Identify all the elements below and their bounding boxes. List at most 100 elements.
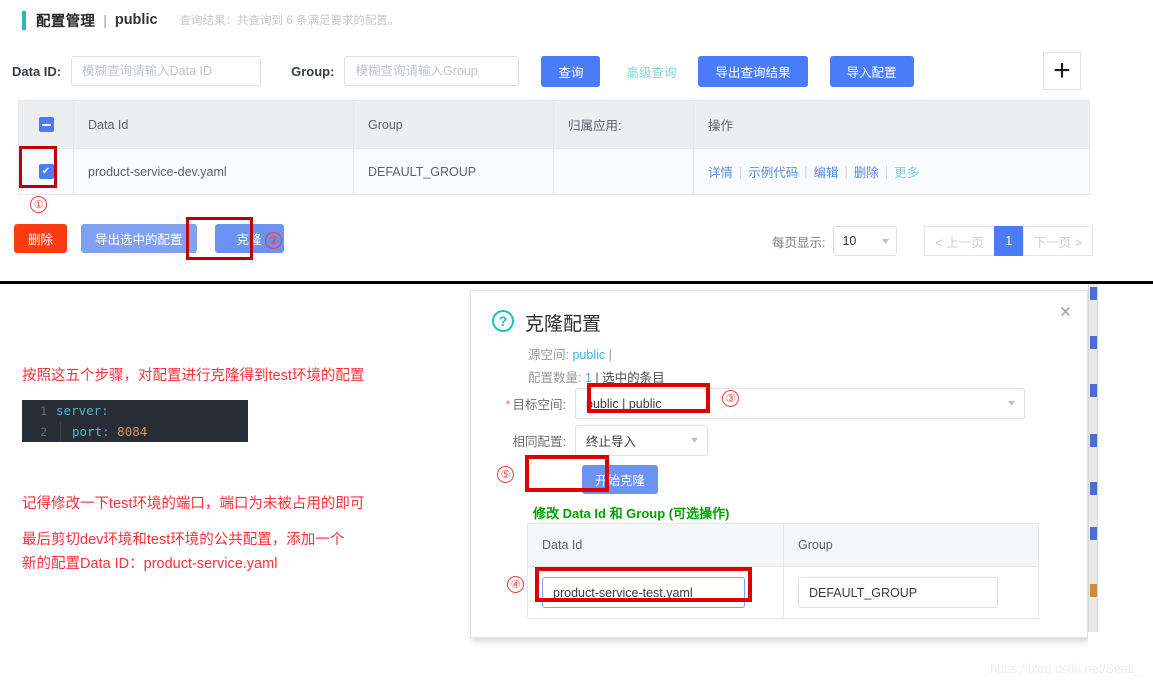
screenshot-root: 配置管理 | public 查询结果：共查询到 6 条满足要求的配置。 Data… [0,0,1153,684]
select-all-cell[interactable] [19,101,74,148]
code-line-2-key: port: [72,424,110,439]
config-list-section: 配置管理 | public 查询结果：共查询到 6 条满足要求的配置。 Data… [0,0,1153,284]
config-count-row: 配置数量: 1 | 选中的条目 [528,367,665,386]
same-config-row: 相同配置: 终止导入 ▾ [489,425,708,456]
watermark: https://blog.csdn.net/Seati_ [990,662,1141,676]
code-line-2: 2 port: 8084 [22,421,248,442]
clone-data-id-input[interactable]: product-service-test.yaml [542,577,745,608]
search-dataid-input[interactable]: 模糊查询请输入Data ID [71,56,262,86]
group-label: Group: [291,63,335,79]
action-separator-4: | [884,164,889,179]
same-config-select[interactable]: 终止导入 ▾ [575,425,708,456]
target-namespace-label-text: 目标空间: [512,398,566,412]
action-sample-code-link[interactable]: 示例代码 [748,162,798,181]
select-all-checkbox-indeterminate-icon[interactable] [38,117,54,132]
page-header: 配置管理 | public 查询结果：共查询到 6 条满足要求的配置。 [22,8,399,32]
advanced-query-button[interactable]: 高级查询 [618,56,684,87]
annotation-note-2: 记得修改一下test环境的端口，端口为未被占用的即可 [22,496,365,512]
table-row: product-service-dev.yaml DEFAULT_GROUP 详… [19,148,1089,195]
close-icon[interactable]: × [1060,303,1071,322]
header-separator: | [103,12,107,28]
annotation-note-3-line2: 新的配置Data ID：product-service.yaml [22,556,278,572]
add-config-button[interactable]: + [1043,52,1081,90]
clone-cell-data-id: product-service-test.yaml [528,567,784,618]
source-namespace-row: 源空间: public | [528,344,612,363]
action-more-link[interactable]: 更多 [894,162,919,181]
page-number-1[interactable]: 1 [993,226,1024,256]
query-button[interactable]: 查询 [541,55,601,87]
annotation-note-3: 最后剪切dev环境和test环境的公共配置，添加一个 新的配置Data ID：p… [22,528,344,576]
column-header-group: Group [354,101,554,148]
table-header-row: Data Id Group 归属应用: 操作 [19,101,1089,148]
modify-hint-text: 修改 Data Id 和 Group (可选操作) [533,506,730,521]
page-title: 配置管理 [36,13,96,30]
column-header-actions: 操作 [708,119,734,133]
row-select-cell[interactable] [19,149,74,194]
column-header-data-id: Data Id [74,101,354,148]
dataid-label: Data ID: [12,63,62,79]
per-page-label: 每页显示: [771,235,826,250]
scroll-mark [1090,527,1097,540]
code-line-2-value: 8084 [117,424,148,439]
annotation-note-3-line1: 最后剪切dev环境和test环境的公共配置，添加一个 [22,532,345,548]
search-toolbar: Data ID: 模糊查询请输入Data ID Group: 模糊查询请输入Gr… [12,55,1142,87]
clone-group-input[interactable]: DEFAULT_GROUP [798,577,998,608]
column-header-app: 归属应用: [554,101,694,148]
clone-column-header-data-id: Data Id [528,524,784,566]
clone-column-header-group: Group [798,538,833,552]
clone-table-header-row: Data Id Group [528,524,1038,566]
cell-actions: 详情 | 示例代码 | 编辑 | 删除 | 更多 [694,149,1089,194]
background-page-sliver [1088,284,1153,684]
scrollbar-track[interactable] [1088,284,1098,632]
clone-cell-group: DEFAULT_GROUP [784,567,1038,618]
per-page-select[interactable]: 10 ▾ [833,226,898,256]
action-delete-link[interactable]: 删除 [854,162,879,181]
target-namespace-select[interactable]: public | public ▾ [575,388,1025,419]
action-separator-3: | [844,164,848,179]
start-clone-button[interactable]: 开始克隆 [582,465,659,494]
scroll-mark [1090,584,1097,597]
pagination-buttons: < 上一页 1 下一页 > [924,226,1093,256]
query-result-text: 查询结果：共查询到 6 条满足要求的配置。 [179,15,400,27]
question-mark-icon: ? [492,310,514,332]
prev-page-button[interactable]: < 上一页 [924,226,995,256]
required-star: * [505,398,511,412]
import-config-button[interactable]: 导入配置 [829,55,914,87]
clone-table-row: product-service-test.yaml DEFAULT_GROUP [528,566,1038,618]
clone-config-dialog: × ? 克隆配置 源空间: public | 配置数量: 1 | 选中的条目 *… [470,290,1088,638]
scroll-mark [1090,336,1097,349]
same-config-label: 相同配置: [512,435,566,449]
export-selected-button[interactable]: 导出选中的配置 [81,224,197,253]
yaml-code-block: 1 server: 2 port: 8084 [22,400,248,442]
action-edit-link[interactable]: 编辑 [814,162,839,181]
scroll-mark [1090,384,1097,397]
list-action-toolbar: 删除 导出选中的配置 克隆 [14,224,284,253]
clone-items-table: Data Id Group product-service-test.yaml … [527,523,1039,619]
target-namespace-label: * 目标空间: [489,394,575,413]
config-count-label: 配置数量: [528,371,582,385]
next-page-button[interactable]: 下一页 > [1022,226,1093,256]
search-group-input[interactable]: 模糊查询请输入Group [344,56,520,86]
code-line-number-1: 1 [40,403,47,418]
source-namespace-suffix: | [608,348,612,362]
source-namespace-label: 源空间: [528,348,569,362]
scroll-mark [1090,434,1097,447]
dialog-title: 克隆配置 [525,314,602,335]
annotation-step-4: ④ [507,576,524,593]
pagination: 每页显示: 10 ▾ < 上一页 1 下一页 > [772,226,1093,256]
annotation-step-5: ⑤ [497,466,514,483]
action-separator-2: | [804,164,808,179]
target-namespace-row: * 目标空间: public | public ▾ [489,388,1025,419]
scroll-mark [1090,287,1097,300]
export-results-button[interactable]: 导出查询结果 [698,55,808,87]
annotation-step-3: ③ [722,390,739,407]
action-detail-link[interactable]: 详情 [708,162,733,181]
target-namespace-value: public | public [586,396,662,411]
row-checkbox-checked-icon[interactable] [38,164,54,179]
annotation-step-1: ① [30,196,47,213]
code-indent-guide [60,421,61,442]
cell-app [554,149,694,194]
clone-dialog-section: 按照这五个步骤，对配置进行克隆得到test环境的配置 1 server: 2 p… [0,284,1153,684]
delete-button[interactable]: 删除 [14,224,68,253]
cell-data-id: product-service-dev.yaml [74,149,354,194]
